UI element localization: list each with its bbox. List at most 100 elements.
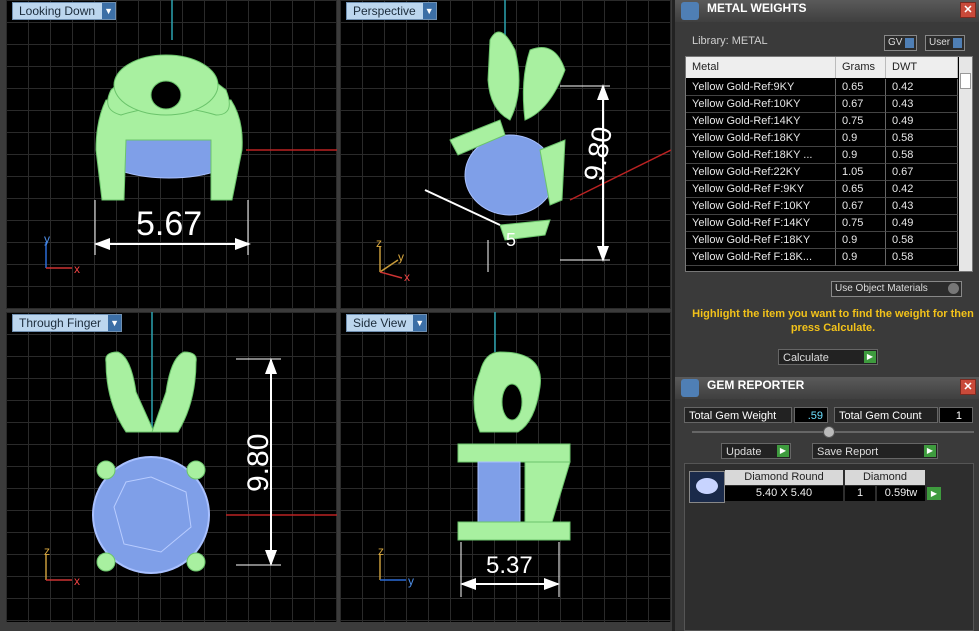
table-cell: 0.58 [886,232,958,249]
axis-x-label: x [404,270,410,284]
table-cell: Yellow Gold-Ref:14KY [686,113,836,130]
user-label: User [929,37,951,48]
dimension-label: 5.67 [136,205,203,243]
table-cell: Yellow Gold-Ref F:14KY [686,215,836,232]
use-object-materials-toggle[interactable]: Use Object Materials [831,281,962,297]
table-row[interactable]: Yellow Gold-Ref:18KY ... 0.9 0.58 [686,147,958,164]
gem-size: 5.40 X 5.40 [725,486,843,501]
close-icon[interactable]: ✕ [960,379,976,395]
table-cell: 0.75 [836,113,886,130]
table-row[interactable]: Yellow Gold-Ref:22KY 1.05 0.67 [686,164,958,181]
table-cell: 0.9 [836,249,886,266]
column-header-metal[interactable]: Metal [686,57,836,78]
dimension-label: 5.37 [486,552,533,579]
table-cell: 0.65 [836,79,886,96]
table-row[interactable]: Yellow Gold-Ref F:9KY 0.65 0.42 [686,181,958,198]
viewport-label: Through Finger [19,316,102,330]
axis-x-label: x [74,262,80,276]
table-row[interactable]: Yellow Gold-Ref F:18KY 0.9 0.58 [686,232,958,249]
gem-count: 1 [845,486,875,501]
viewport-side-view[interactable]: Side View ▼ 5.37 z y [340,312,671,622]
table-cell: 0.65 [836,181,886,198]
gem-play-icon[interactable]: ▶ [927,487,941,500]
scrollbar-thumb[interactable] [960,73,971,89]
metal-weights-title: METAL WEIGHTS [707,1,807,15]
viewport-looking-down[interactable]: Looking Down ▼ 5.67 y x [6,0,337,309]
column-header-dwt[interactable]: DWT [886,57,958,78]
axis-x-label: x [74,574,80,588]
gv-toggle[interactable]: GV [884,35,918,51]
through-finger-drawing [45,312,337,581]
viewport-through-finger[interactable]: Through Finger ▼ 9.80 z x [6,312,337,622]
perspective-drawing [379,0,671,279]
play-icon: ▶ [777,445,789,457]
use-object-materials-label: Use Object Materials [835,283,928,294]
table-cell: Yellow Gold-Ref:18KY [686,130,836,147]
viewport-tab-side-view[interactable]: Side View ▼ [346,314,428,332]
viewport-tab-perspective[interactable]: Perspective ▼ [346,2,437,20]
gem-list-item[interactable]: Diamond Round Diamond 5.40 X 5.40 1 0.59… [689,469,947,503]
splitter-knob[interactable] [823,426,835,438]
save-report-label: Save Report [817,446,879,458]
total-gem-weight-label: Total Gem Weight [684,407,792,423]
table-cell: 0.43 [886,198,958,215]
save-report-button[interactable]: Save Report ▶ [812,443,938,459]
play-icon: ▶ [864,351,876,363]
table-cell: Yellow Gold-Ref:22KY [686,164,836,181]
metal-table[interactable]: Metal Grams DWT Yellow Gold-Ref:9KY 0.65 0… [685,56,973,272]
table-cell: 0.67 [836,96,886,113]
library-label: Library: METAL [692,35,768,47]
viewport-tab-looking-down[interactable]: Looking Down ▼ [12,2,117,20]
chevron-down-icon[interactable]: ▼ [108,315,122,331]
table-cell: Yellow Gold-Ref:9KY [686,79,836,96]
table-cell: 0.58 [886,147,958,164]
table-cell: 0.58 [886,249,958,266]
table-cell: Yellow Gold-Ref:10KY [686,96,836,113]
toggle-icon [905,38,915,48]
table-row[interactable]: Yellow Gold-Ref F:18K... 0.9 0.58 [686,249,958,266]
chevron-down-icon[interactable]: ▼ [102,3,116,19]
metal-weights-icon [681,2,699,20]
calculate-label: Calculate [783,352,829,364]
chevron-down-icon[interactable]: ▼ [413,315,427,331]
viewport-label: Perspective [353,4,416,18]
table-cell: 1.05 [836,164,886,181]
gem-reporter-header: GEM REPORTER ✕ [675,377,979,399]
dimension-label-secondary: 5 [506,230,517,250]
dimension-label: 9.80 [242,433,275,492]
gem-list: Diamond Round Diamond 5.40 X 5.40 1 0.59… [684,463,974,631]
close-icon[interactable]: ✕ [960,2,976,18]
axis-y-label: y [408,574,414,588]
calculate-button[interactable]: Calculate ▶ [778,349,878,365]
user-toggle[interactable]: User [925,35,966,51]
table-cell: 0.49 [886,215,958,232]
table-cell: Yellow Gold-Ref:18KY ... [686,147,836,164]
table-scrollbar[interactable] [959,57,972,271]
total-gem-count-label: Total Gem Count [834,407,938,423]
table-cell: Yellow Gold-Ref F:9KY [686,181,836,198]
gem-type: Diamond [845,470,925,485]
axis-z-label: z [44,544,50,558]
play-icon: ▶ [924,445,936,457]
update-button[interactable]: Update ▶ [721,443,791,459]
table-cell: 0.67 [886,164,958,181]
update-label: Update [726,446,762,458]
table-cell: Yellow Gold-Ref F:18K... [686,249,836,266]
table-row[interactable]: Yellow Gold-Ref F:14KY 0.75 0.49 [686,215,958,232]
total-gem-count-value: 1 [939,407,973,423]
table-row[interactable]: Yellow Gold-Ref:10KY 0.67 0.43 [686,96,958,113]
gem-weight: 0.59tw [877,486,925,501]
gem-shape: Diamond Round [725,470,843,485]
table-row[interactable]: Yellow Gold-Ref F:10KY 0.67 0.43 [686,198,958,215]
table-row[interactable]: Yellow Gold-Ref:9KY 0.65 0.42 [686,79,958,96]
table-cell: 0.9 [836,130,886,147]
chevron-down-icon[interactable]: ▼ [422,3,436,19]
gem-reporter-title: GEM REPORTER [707,378,805,392]
viewport-perspective[interactable]: Perspective ▼ 9.80 5 z y x [340,0,671,309]
table-row[interactable]: Yellow Gold-Ref:18KY 0.9 0.58 [686,130,958,147]
column-header-grams[interactable]: Grams [836,57,886,78]
toggle-icon [948,283,959,294]
table-header: Metal Grams DWT [686,57,958,78]
table-row[interactable]: Yellow Gold-Ref:14KY 0.75 0.49 [686,113,958,130]
viewport-tab-through-finger[interactable]: Through Finger ▼ [12,314,123,332]
